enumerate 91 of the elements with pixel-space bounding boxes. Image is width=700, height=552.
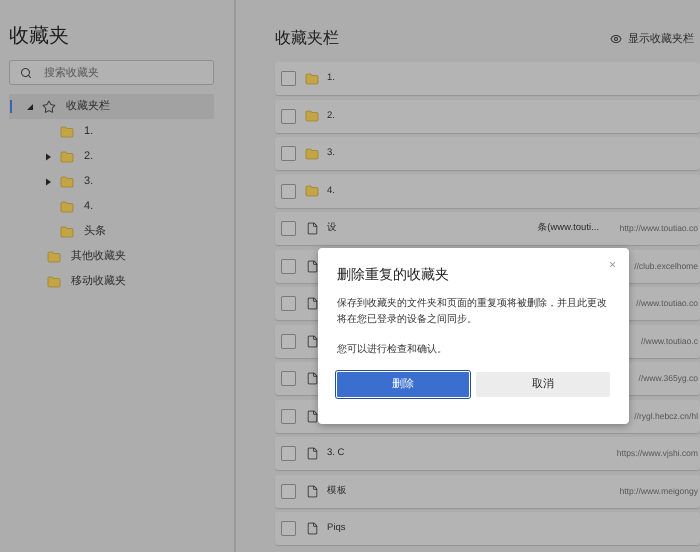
page-icon bbox=[306, 447, 318, 460]
checkbox[interactable] bbox=[281, 258, 296, 274]
show-favorites-bar-button[interactable]: 显示收藏夹栏 bbox=[610, 30, 694, 48]
tree-item[interactable]: 1. bbox=[9, 119, 214, 144]
page-icon bbox=[306, 372, 318, 385]
tree-item[interactable]: 4. bbox=[9, 194, 214, 219]
search-field[interactable]: 搜索收藏夹 bbox=[9, 60, 214, 85]
bookmark-title: 1. bbox=[327, 71, 335, 86]
tree-item[interactable]: 3. bbox=[9, 169, 214, 194]
bookmark-url: https://www.vjshi.com bbox=[616, 447, 698, 460]
cancel-button[interactable]: 取消 bbox=[476, 372, 610, 397]
bookmark-url: //rygl.hebcz.cn/hl bbox=[634, 410, 698, 422]
bookmark-row[interactable]: 模板 http://www.meigongy bbox=[275, 474, 700, 508]
checkbox[interactable] bbox=[281, 71, 296, 86]
page-icon bbox=[306, 222, 318, 235]
checkbox[interactable] bbox=[281, 184, 296, 198]
bookmark-title: 2. bbox=[327, 108, 335, 123]
bookmark-url: //www.toutiao.co bbox=[636, 297, 698, 310]
bookmark-row[interactable]: 1. bbox=[275, 62, 700, 95]
eye-icon bbox=[610, 33, 622, 45]
selection-indicator bbox=[10, 100, 12, 113]
search-icon bbox=[20, 67, 32, 79]
delete-button[interactable]: 删除 bbox=[337, 372, 469, 397]
tree-item[interactable]: 其他收藏夹 bbox=[9, 244, 214, 269]
page-icon bbox=[306, 410, 318, 422]
page-icon bbox=[306, 334, 318, 348]
checkbox[interactable] bbox=[281, 334, 296, 348]
checkbox[interactable] bbox=[281, 296, 296, 311]
folder-icon bbox=[47, 250, 61, 262]
tree-item[interactable]: 移动收藏夹 bbox=[9, 269, 214, 294]
tree-label: 1. bbox=[84, 124, 94, 140]
checkbox[interactable] bbox=[281, 521, 296, 536]
tree-label: 头条 bbox=[84, 224, 106, 240]
checkbox[interactable] bbox=[281, 221, 296, 236]
checkbox[interactable] bbox=[281, 446, 296, 461]
checkbox[interactable] bbox=[281, 484, 296, 498]
folder-icon bbox=[305, 72, 319, 84]
folder-icon bbox=[60, 176, 74, 188]
tree-label: 3. bbox=[84, 174, 94, 190]
tree-label: 4. bbox=[84, 199, 94, 214]
page-icon bbox=[306, 260, 318, 272]
bookmark-url: http://www.toutiao.co bbox=[620, 222, 698, 235]
dialog-message: 保存到收藏夹的文件夹和页面的重复项将被删除，并且此更改将在您已登录的设备之间同步。 bbox=[337, 296, 608, 327]
bookmark-row[interactable]: 2. bbox=[275, 100, 700, 132]
checkbox[interactable] bbox=[281, 108, 296, 124]
folder-icon bbox=[60, 200, 74, 212]
bookmark-title: 条(www.touti... bbox=[537, 221, 599, 236]
tree-label: 移动收藏夹 bbox=[71, 274, 126, 290]
tree-label: 其他收藏夹 bbox=[71, 248, 126, 264]
page-icon bbox=[306, 297, 318, 310]
bookmark-title: 3. bbox=[327, 146, 335, 160]
caret-right-icon[interactable] bbox=[44, 152, 52, 160]
page-title: 收藏夹栏 bbox=[275, 28, 339, 49]
caret-down-icon[interactable] bbox=[26, 102, 34, 110]
caret-right-icon[interactable] bbox=[44, 178, 52, 186]
bookmark-row[interactable]: Piqs bbox=[275, 512, 700, 545]
bookmark-title: 设 bbox=[327, 221, 337, 236]
checkbox[interactable] bbox=[281, 146, 296, 161]
tree-label: 收藏夹栏 bbox=[66, 98, 110, 114]
tree-item[interactable]: 2. bbox=[9, 144, 214, 169]
bookmark-title: 4. bbox=[327, 184, 335, 198]
folder-icon bbox=[60, 126, 74, 138]
bookmark-url: //www.365yg.co bbox=[638, 372, 698, 385]
bookmark-title: 模板 bbox=[327, 484, 347, 498]
checkbox[interactable] bbox=[281, 408, 296, 424]
page-icon bbox=[306, 484, 318, 498]
star-icon bbox=[42, 100, 56, 114]
folder-icon bbox=[60, 150, 74, 162]
bookmark-url: //www.toutiao.c bbox=[640, 334, 698, 348]
folder-icon bbox=[305, 148, 319, 160]
bookmark-row[interactable]: 4. bbox=[275, 174, 700, 208]
folder-icon bbox=[305, 185, 319, 197]
dialog-note: 您可以进行检查和确认。 bbox=[337, 342, 448, 357]
bookmark-url: http://www.meigongy bbox=[620, 484, 698, 498]
bookmark-row[interactable]: 设 条(www.touti... http://www.toutiao.co bbox=[275, 212, 700, 245]
bookmark-row[interactable]: 3. C https://www.vjshi.com bbox=[275, 437, 700, 470]
bookmark-url: //club.excelhome bbox=[634, 260, 698, 272]
folder-icon bbox=[305, 110, 319, 122]
folder-icon bbox=[47, 276, 61, 288]
tree-item[interactable]: 头条 bbox=[9, 219, 214, 244]
sidebar-title: 收藏夹 bbox=[9, 24, 70, 49]
tree-label: 2. bbox=[84, 149, 94, 164]
checkbox[interactable] bbox=[281, 371, 296, 386]
bookmark-title: 3. C bbox=[327, 446, 344, 460]
folder-icon bbox=[60, 226, 74, 238]
tree-item[interactable]: 收藏夹栏 bbox=[9, 94, 214, 119]
bookmark-row[interactable]: 3. bbox=[275, 137, 700, 170]
bookmark-title: Piqs bbox=[327, 521, 346, 536]
close-icon[interactable] bbox=[608, 260, 617, 269]
dialog-title: 删除重复的收藏夹 bbox=[337, 265, 450, 284]
page-icon bbox=[306, 522, 318, 535]
